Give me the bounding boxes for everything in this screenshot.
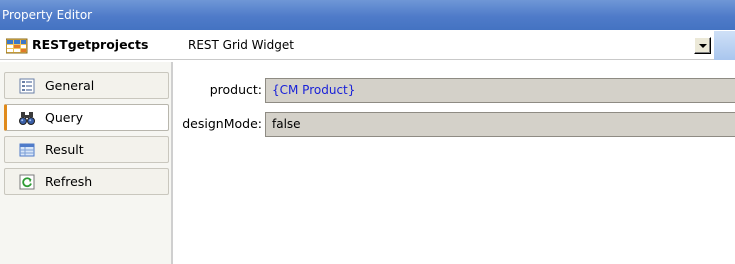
refresh-icon (19, 174, 35, 190)
binoculars-icon (19, 112, 35, 125)
object-name: RESTgetprojects (32, 37, 149, 52)
object-type: REST Grid Widget (188, 38, 294, 52)
result-grid-icon (19, 143, 35, 157)
sidebar-item-refresh[interactable]: Refresh (4, 168, 169, 195)
sidebar-item-result[interactable]: Result (4, 136, 169, 163)
product-label: product: (209, 82, 262, 97)
general-page-icon (19, 78, 35, 94)
object-selector-bar[interactable]: RESTgetprojects REST Grid Widget (0, 30, 735, 60)
window-edge-panel (714, 31, 735, 60)
sidebar-item-query[interactable]: Query (4, 104, 169, 131)
design-mode-label: designMode: (182, 116, 262, 131)
sidebar-item-label: General (45, 78, 95, 93)
sidebar-item-label: Result (45, 142, 84, 157)
window-title: Property Editor (2, 8, 93, 22)
property-pages-sidebar: General Query Result Refresh (0, 62, 173, 264)
window-title-bar: Property Editor (0, 0, 735, 30)
widget-grid-icon (6, 38, 28, 54)
sidebar-item-label: Refresh (45, 174, 93, 189)
sidebar-item-general[interactable]: General (4, 72, 169, 99)
sidebar-item-label: Query (45, 110, 83, 125)
product-field[interactable]: {CM Product} (265, 78, 735, 103)
chevron-down-icon (699, 44, 707, 48)
design-mode-field[interactable]: false (265, 112, 735, 137)
object-dropdown-button[interactable] (694, 37, 711, 54)
